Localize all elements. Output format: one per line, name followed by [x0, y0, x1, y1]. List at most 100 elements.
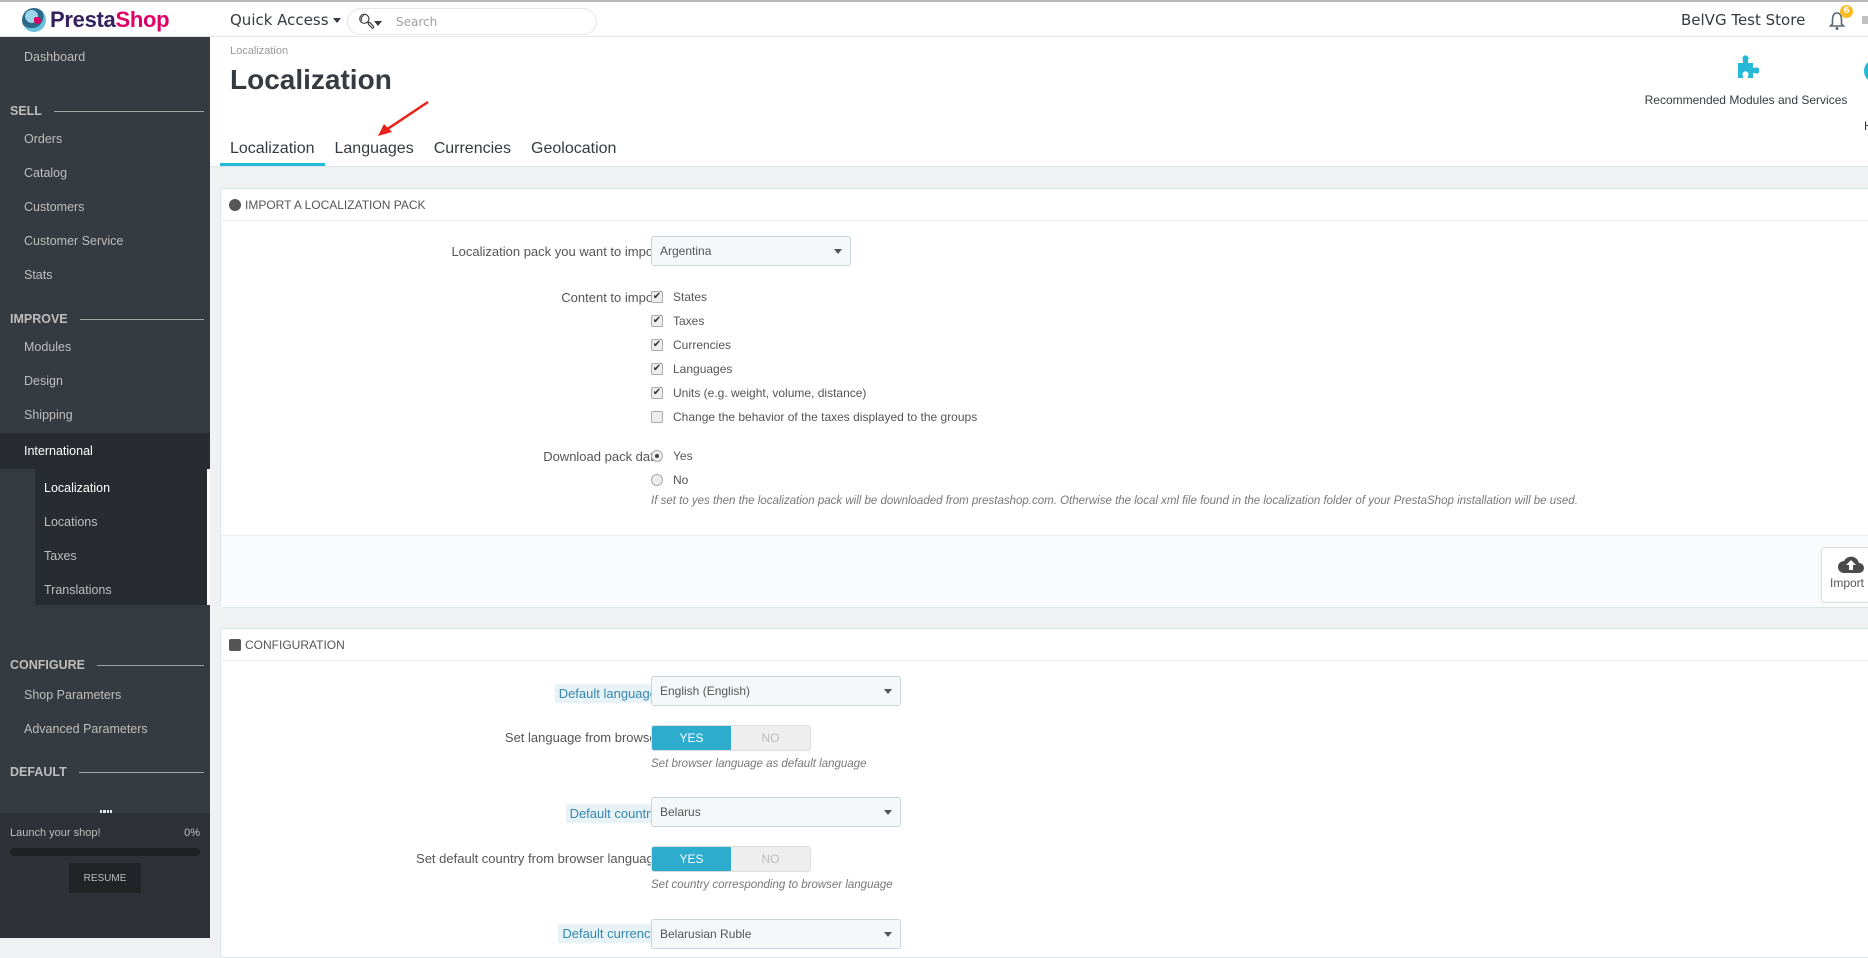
caret-down-icon	[332, 18, 341, 23]
sidebar-item-customers[interactable]: Customers	[24, 200, 84, 214]
sidebar-item-stats[interactable]: Stats	[24, 268, 53, 282]
puzzle-icon	[1738, 55, 1759, 78]
checkbox-label: Languages	[673, 362, 733, 376]
sidebar-item-modules[interactable]: Modules	[24, 340, 71, 354]
import-localization-panel: IMPORT A LOCALIZATION PACK Localization …	[220, 188, 1868, 608]
checkbox-checked-icon[interactable]: ✔	[651, 315, 663, 327]
switch-yes[interactable]: YES	[652, 726, 731, 750]
radio-download-no[interactable]: No	[651, 473, 688, 487]
tab-currencies[interactable]: Currencies	[424, 136, 521, 166]
quick-access-label: Quick Access	[230, 11, 329, 29]
radio-download-yes[interactable]: Yes	[651, 449, 693, 463]
import-button[interactable]: Import	[1821, 547, 1868, 603]
lang-browser-switch[interactable]: YES NO	[651, 725, 811, 751]
tab-languages[interactable]: Languages	[325, 136, 424, 166]
section-title: SELL	[10, 104, 42, 118]
annotation-arrow-icon	[378, 100, 429, 136]
top-header: PrestaShop Quick Access 🔍︎ BelVG Test St…	[0, 0, 1868, 37]
default-country-select[interactable]: Belarus	[651, 797, 901, 827]
launch-progress-bar	[10, 848, 200, 856]
default-language-select[interactable]: English (English)	[651, 676, 901, 706]
sidebar-item-dashboard[interactable]: Dashboard	[24, 50, 85, 64]
select-value: Belarus	[660, 805, 701, 819]
tab-geolocation[interactable]: Geolocation	[521, 136, 626, 166]
switch-yes[interactable]: YES	[652, 847, 731, 871]
select-value: Argentina	[660, 244, 712, 258]
checkbox-states[interactable]: ✔ States	[651, 290, 707, 304]
sidebar-item-shipping[interactable]: Shipping	[24, 408, 73, 422]
checkbox-checked-icon[interactable]: ✔	[651, 291, 663, 303]
caret-down-icon	[884, 932, 892, 937]
sidebar-item-design[interactable]: Design	[24, 374, 63, 388]
checkbox-unchecked-icon[interactable]	[651, 411, 663, 423]
logo-text-presta: Presta	[50, 7, 116, 32]
cogs-icon	[229, 638, 241, 651]
content-label: Content to import	[561, 290, 661, 305]
lang-browser-label: Set language from browser	[504, 730, 661, 745]
country-browser-switch[interactable]: YES NO	[651, 846, 811, 872]
sidebar-subitem-taxes[interactable]: Taxes	[44, 549, 77, 563]
section-title: IMPROVE	[10, 312, 68, 326]
sidebar-item-advanced-parameters[interactable]: Advanced Parameters	[24, 722, 148, 736]
sidebar-section-improve: IMPROVE	[10, 312, 204, 326]
globe-icon	[229, 198, 241, 211]
store-name-link[interactable]: BelVG Test Store	[1681, 11, 1805, 29]
checkbox-tax-behavior[interactable]: Change the behavior of the taxes display…	[651, 410, 977, 424]
sidebar-subitem-translations[interactable]: Translations	[44, 583, 112, 597]
panel-heading: CONFIGURATION	[221, 629, 1868, 661]
country-browser-label: Set default country from browser languag…	[416, 851, 661, 866]
switch-no[interactable]: NO	[731, 847, 810, 871]
resume-button[interactable]: RESUME	[69, 863, 141, 893]
quick-access-dropdown[interactable]: Quick Access	[230, 11, 341, 29]
breadcrumb[interactable]: Localization	[230, 45, 288, 57]
sidebar-item-international[interactable]: International	[0, 433, 210, 469]
checkbox-label: Units (e.g. weight, volume, distance)	[673, 386, 867, 400]
panel-heading: IMPORT A LOCALIZATION PACK	[221, 189, 1868, 221]
default-country-label: Default country	[565, 804, 661, 823]
panel-footer: Import	[221, 535, 1868, 607]
radio-selected-icon[interactable]	[651, 450, 663, 462]
section-divider	[97, 664, 204, 666]
checkbox-languages[interactable]: ✔ Languages	[651, 362, 732, 376]
localization-pack-select[interactable]: Argentina	[651, 236, 851, 266]
checkbox-currencies[interactable]: ✔ Currencies	[651, 338, 731, 352]
pack-label: Localization pack you want to import	[451, 244, 661, 259]
default-currency-select[interactable]: Belarusian Ruble	[651, 919, 901, 949]
checkbox-units[interactable]: ✔ Units (e.g. weight, volume, distance)	[651, 386, 866, 400]
tab-localization[interactable]: Localization	[220, 136, 325, 166]
sidebar-item-orders[interactable]: Orders	[24, 132, 62, 146]
checkbox-checked-icon[interactable]: ✔	[651, 339, 663, 351]
employee-menu-icon[interactable]	[1862, 16, 1868, 24]
sidebar-item-catalog[interactable]: Catalog	[24, 166, 67, 180]
lang-browser-help: Set browser language as default language	[651, 758, 867, 770]
checkbox-checked-icon[interactable]: ✔	[651, 363, 663, 375]
checkbox-checked-icon[interactable]: ✔	[651, 387, 663, 399]
recommended-modules-button[interactable]: Recommended Modules and Services	[1636, 55, 1856, 107]
page-tabs: Localization Languages Currencies Geoloc…	[220, 136, 626, 166]
configuration-panel: CONFIGURATION Default language English (…	[220, 628, 1868, 958]
sidebar-item-shop-parameters[interactable]: Shop Parameters	[24, 688, 121, 702]
launch-shop-panel: Launch your shop! 0% RESUME	[0, 813, 210, 938]
radio-unselected-icon[interactable]	[651, 474, 663, 486]
checkbox-taxes[interactable]: ✔ Taxes	[651, 314, 704, 328]
caret-down-icon	[834, 249, 842, 254]
section-title: CONFIGURE	[10, 658, 85, 672]
page-header: Localization Localization Localization L…	[210, 37, 1868, 167]
sidebar-subitem-locations[interactable]: Locations	[44, 515, 98, 529]
import-label: Import	[1830, 576, 1865, 590]
launch-label: Launch your shop!	[10, 827, 101, 839]
sidebar-section-sell: SELL	[10, 104, 204, 118]
sidebar-item-customer-service[interactable]: Customer Service	[24, 234, 123, 248]
panel-title: IMPORT A LOCALIZATION PACK	[245, 197, 426, 212]
prestashop-logo[interactable]: PrestaShop	[22, 7, 170, 33]
page-title: Localization	[230, 64, 392, 95]
default-currency-label: Default currency	[558, 924, 661, 943]
sidebar-subitem-localization[interactable]: Localization	[44, 481, 110, 495]
switch-no[interactable]: NO	[731, 726, 810, 750]
search-type-caret-icon[interactable]	[374, 21, 382, 26]
search-input[interactable]	[396, 13, 586, 31]
panel-title: CONFIGURATION	[245, 637, 345, 652]
country-browser-help: Set country corresponding to browser lan…	[651, 879, 893, 891]
checkbox-label: Taxes	[673, 314, 705, 328]
download-label: Download pack data	[543, 449, 661, 464]
